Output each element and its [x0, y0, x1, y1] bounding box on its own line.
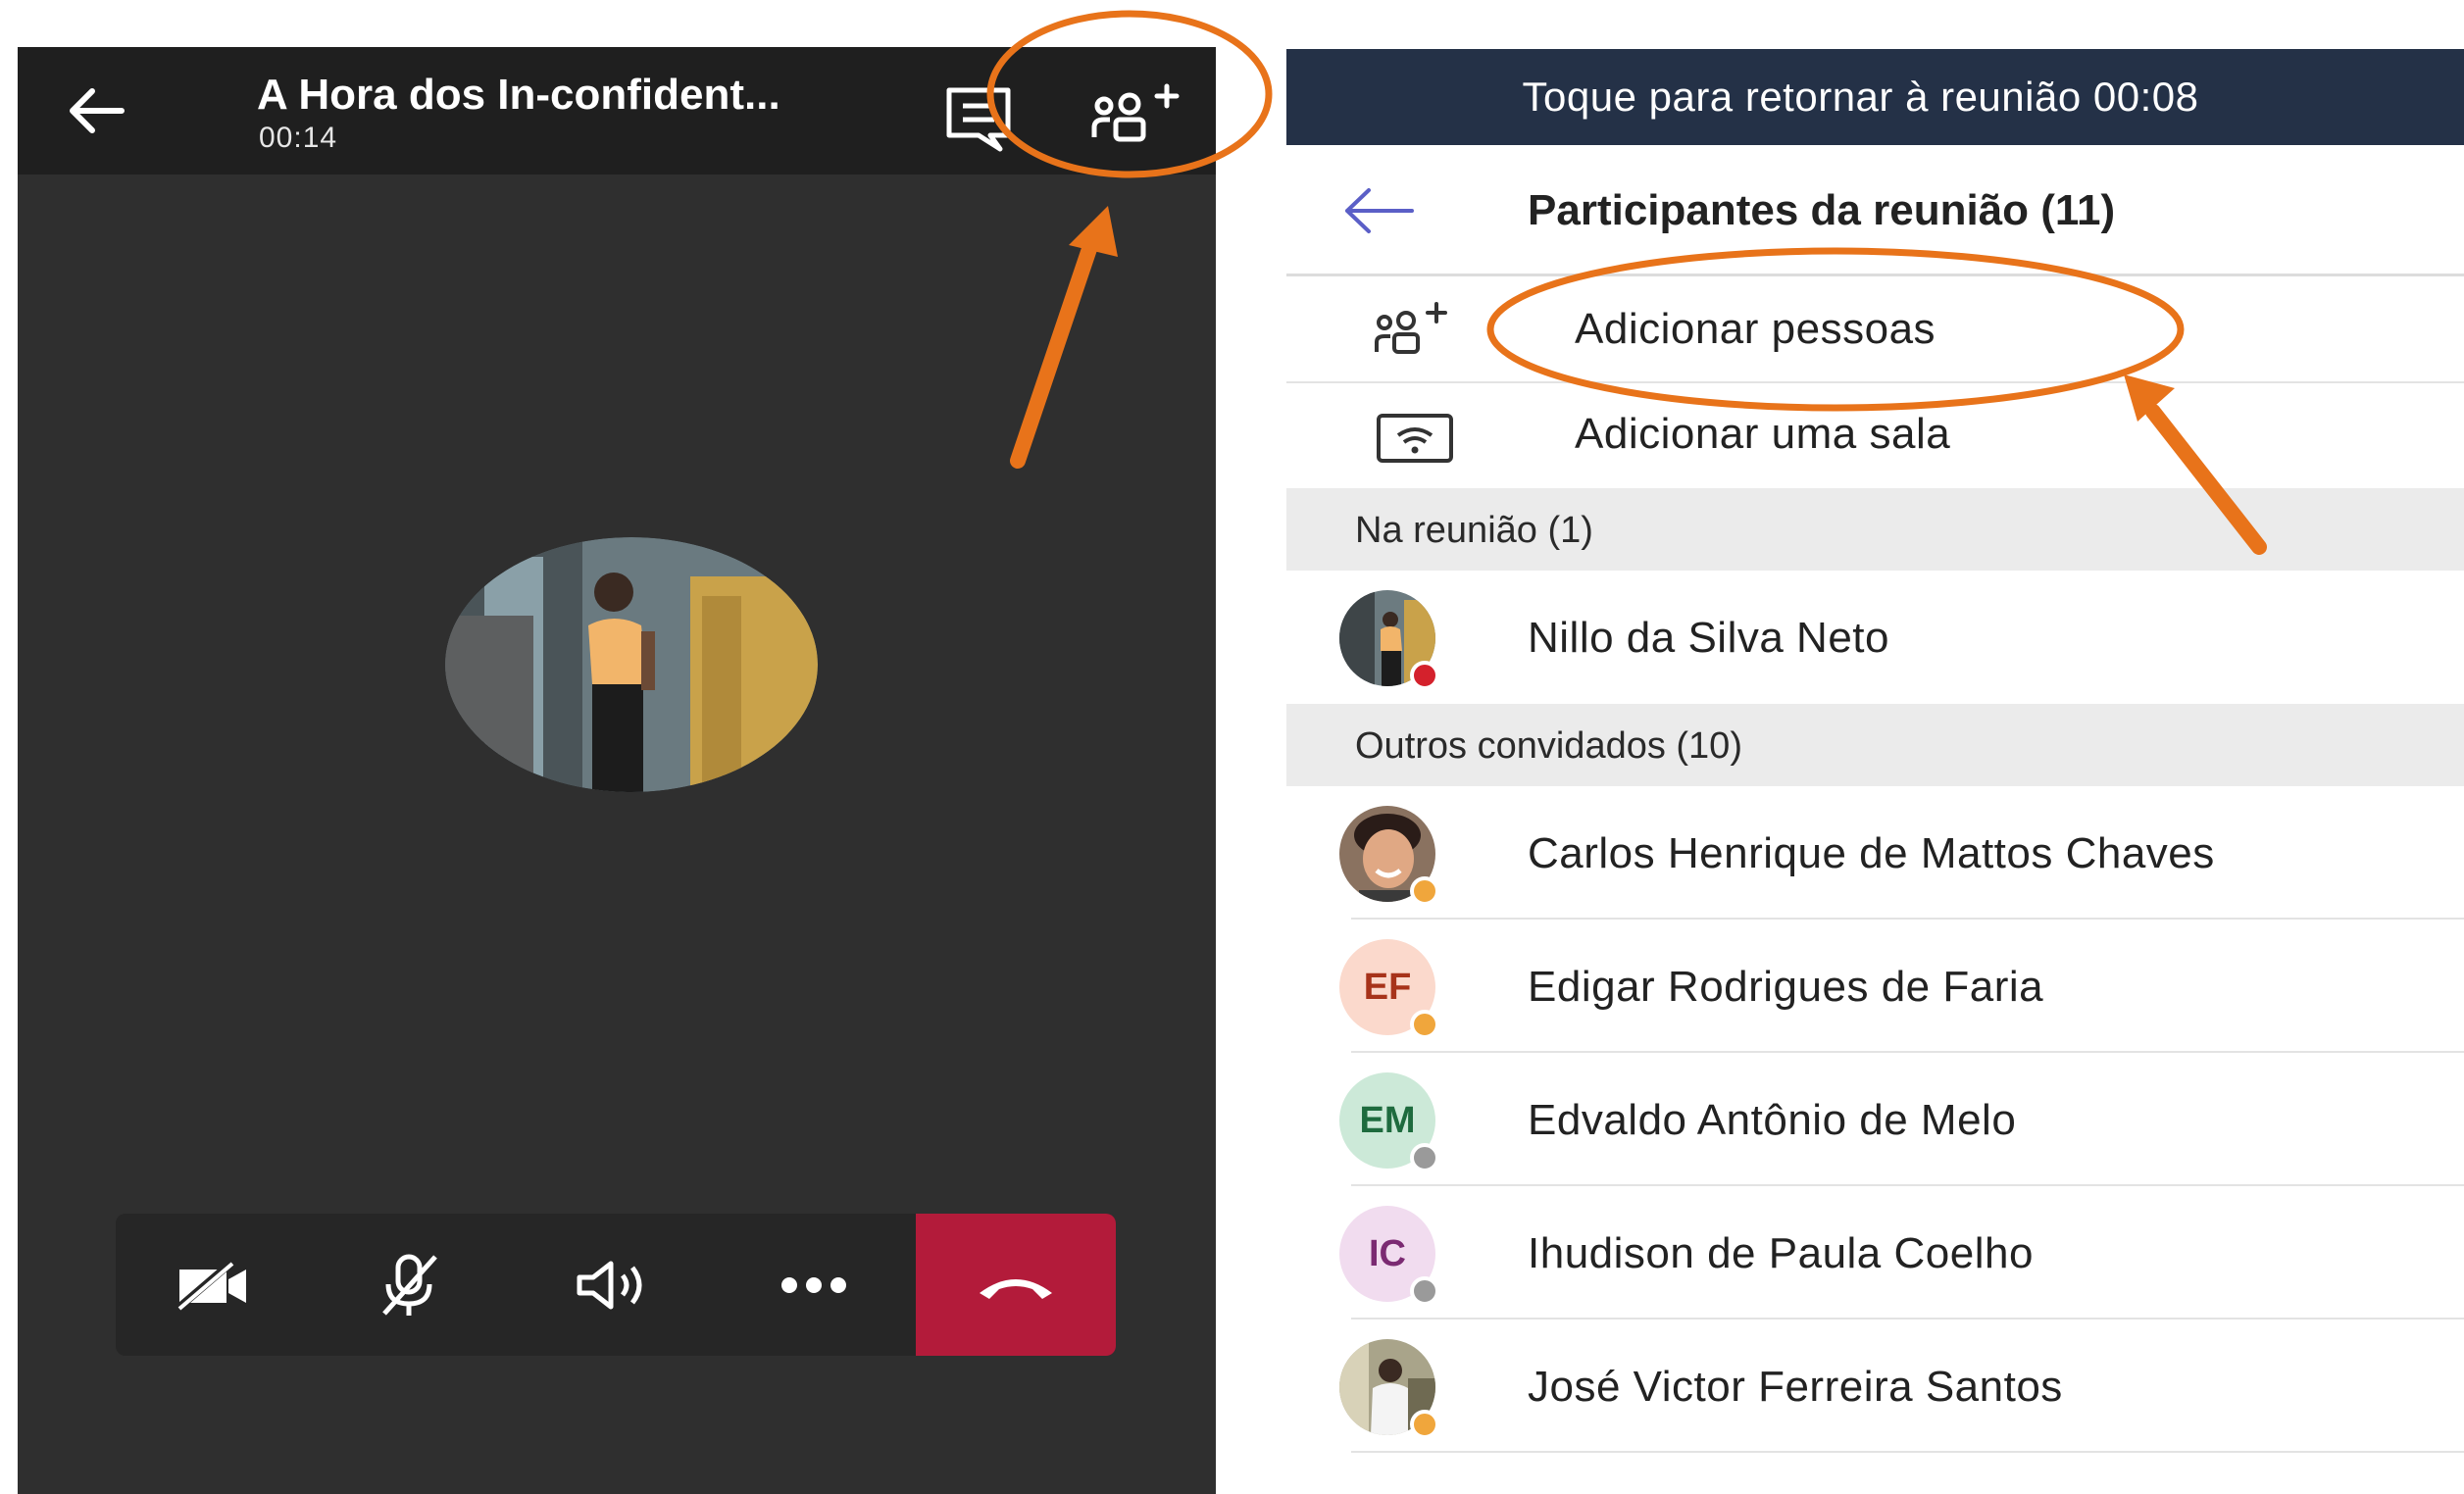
arrow-left-icon[interactable]: [1339, 186, 1418, 235]
status-away-indicator: [1410, 876, 1439, 906]
chat-icon[interactable]: [939, 80, 1028, 159]
participant-row[interactable]: IC Ihudison de Paula Coelho: [1286, 1186, 2464, 1320]
add-people-action[interactable]: Adicionar pessoas: [1286, 279, 2464, 383]
status-offline-indicator: [1410, 1143, 1439, 1172]
row-divider: [1351, 1451, 2464, 1453]
meeting-title: A Hora dos In-confident...: [257, 71, 780, 119]
participant-row[interactable]: EM Edvaldo Antônio de Melo: [1286, 1053, 2464, 1186]
participant-name: Carlos Henrique de Mattos Chaves: [1528, 829, 2215, 877]
participant-row[interactable]: Carlos Henrique de Mattos Chaves: [1286, 786, 2464, 920]
hang-up-icon: [980, 1278, 1052, 1299]
other-invitees-section-header: Outros convidados (10): [1286, 704, 2464, 786]
call-screen: A Hora dos In-confident... 00:14: [18, 47, 1216, 1494]
participant-name: Edigar Rodrigues de Faria: [1528, 963, 2044, 1011]
add-people-label: Adicionar pessoas: [1575, 305, 1936, 353]
participant-name: Ihudison de Paula Coelho: [1528, 1229, 2034, 1277]
status-offline-indicator: [1410, 1276, 1439, 1306]
in-meeting-section-label: Na reunião (1): [1355, 510, 1593, 551]
add-room-action[interactable]: Adicionar uma sala: [1286, 384, 2464, 488]
call-top-bar: A Hora dos In-confident... 00:14: [18, 47, 1216, 174]
participant-row[interactable]: EF Edigar Rodrigues de Faria: [1286, 920, 2464, 1053]
room-wifi-icon: [1371, 404, 1459, 469]
participant-name: Edvaldo Antônio de Melo: [1528, 1096, 2017, 1144]
arrow-left-icon[interactable]: [57, 76, 135, 145]
participant-row[interactable]: Nillo da Silva Neto: [1286, 571, 2464, 704]
speaker-icon[interactable]: [516, 1214, 712, 1356]
status-away-indicator: [1410, 1010, 1439, 1039]
page-title: Participantes da reunião (11): [1528, 186, 2116, 234]
add-room-label: Adicionar uma sala: [1575, 410, 1951, 458]
status-away-indicator: [1410, 1410, 1439, 1439]
participant-name: José Victor Ferreira Santos: [1528, 1363, 2063, 1411]
caller-avatar: [445, 537, 818, 792]
status-busy-indicator: [1410, 661, 1439, 690]
return-to-meeting-banner[interactable]: Toque para retornar à reunião 00:08: [1286, 49, 2464, 145]
mic-off-icon[interactable]: [312, 1214, 508, 1356]
other-invitees-section-label: Outros convidados (10): [1355, 725, 1742, 767]
participant-name: Nillo da Silva Neto: [1528, 614, 1889, 662]
camera-off-icon[interactable]: [116, 1214, 312, 1356]
more-options-icon[interactable]: [716, 1214, 912, 1356]
participants-screen: Toque para retornar à reunião 00:08 Part…: [1286, 49, 2464, 1494]
hang-up-button[interactable]: [916, 1214, 1116, 1356]
add-people-icon: [1371, 299, 1459, 364]
add-people-icon[interactable]: [1086, 76, 1184, 155]
call-controls: [116, 1214, 1116, 1356]
participant-row[interactable]: José Victor Ferreira Santos: [1286, 1320, 2464, 1453]
participants-header: Participantes da reunião (11): [1286, 145, 2464, 276]
in-meeting-section-header: Na reunião (1): [1286, 488, 2464, 571]
call-timer: 00:14: [259, 122, 338, 154]
